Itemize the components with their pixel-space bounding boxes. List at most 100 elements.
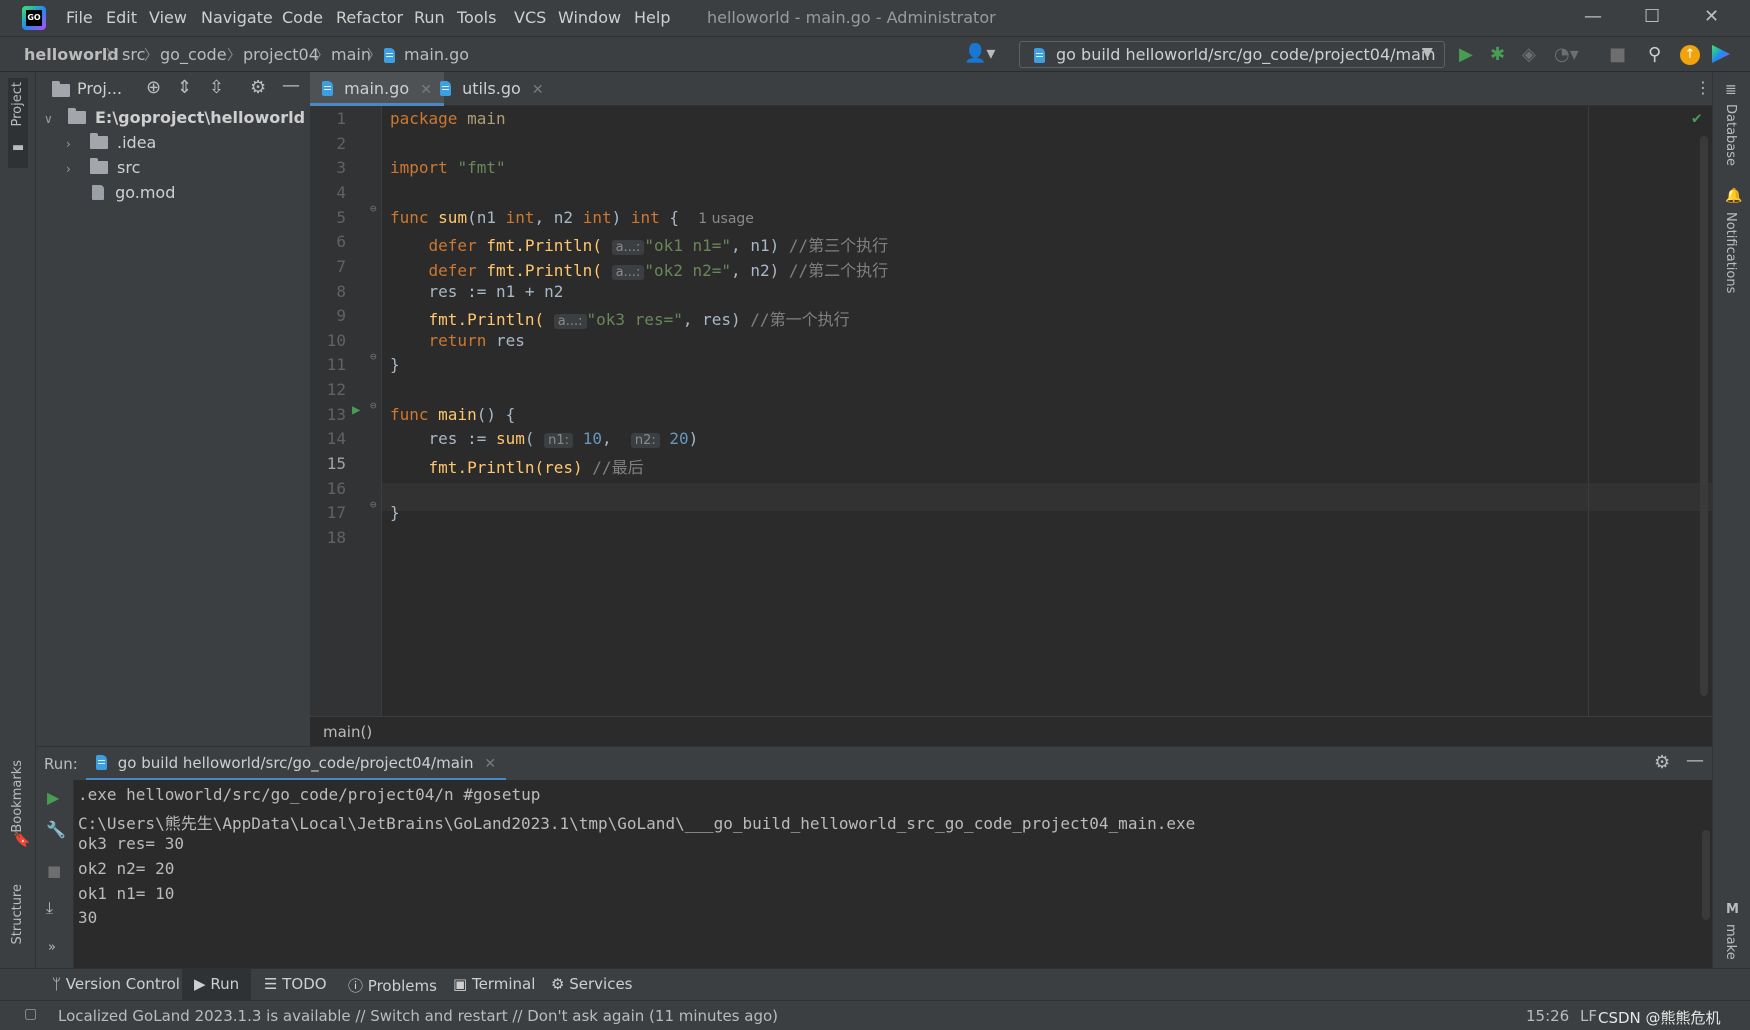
tab-main-go[interactable]: main.go ✕: [310, 72, 444, 106]
breadcrumb-src[interactable]: src: [122, 45, 145, 64]
menu-help[interactable]: Help: [634, 8, 670, 27]
breadcrumb-file[interactable]: main.go: [404, 45, 469, 64]
close-icon[interactable]: ✕: [484, 756, 496, 772]
notifications-tool-button[interactable]: Notifications: [1723, 212, 1738, 293]
expand-all-icon[interactable]: ⇕: [177, 77, 192, 98]
coverage-icon[interactable]: ◈: [1522, 44, 1536, 65]
bookmarks-tool-button[interactable]: Bookmarks: [10, 760, 25, 833]
user-account-icon[interactable]: 👤▾: [964, 43, 995, 64]
hide-panel-icon[interactable]: —: [1686, 750, 1704, 771]
debug-icon[interactable]: ✱: [1490, 44, 1505, 65]
parameter-hint: n2:: [630, 433, 660, 448]
fold-icon[interactable]: ⊖: [370, 202, 377, 215]
gear-icon[interactable]: ⚙: [250, 77, 266, 98]
tree-item-label: go.mod: [115, 183, 176, 202]
editor-scrollbar[interactable]: [1700, 136, 1708, 696]
menu-edit[interactable]: Edit: [106, 8, 137, 27]
run-icon[interactable]: ▶: [1459, 44, 1473, 65]
maximize-icon[interactable]: ☐: [1644, 6, 1660, 27]
menu-file[interactable]: File: [66, 8, 93, 27]
run-configuration-dropdown[interactable]: go build helloworld/src/go_code/project0…: [1019, 41, 1445, 68]
parameter-hint: a...:: [611, 265, 645, 280]
tab-utils-go[interactable]: utils.go ✕: [428, 72, 556, 106]
make-tool-button[interactable]: make: [1723, 924, 1738, 960]
update-notification[interactable]: Localized GoLand 2023.1.3 is available /…: [58, 1007, 778, 1025]
tool-windows-icon[interactable]: ▢: [24, 1006, 37, 1022]
usage-hint[interactable]: 1 usage: [698, 211, 754, 227]
run-tab[interactable]: go build helloworld/src/go_code/project0…: [86, 747, 507, 781]
project-panel: Proj... ⊕ ⇕ ⇳ ⚙ — ∨ E:\goproject\hellowo…: [36, 72, 310, 746]
search-icon[interactable]: ⚲: [1648, 44, 1661, 65]
menu-refactor[interactable]: Refactor: [336, 8, 403, 27]
hide-panel-icon[interactable]: —: [282, 75, 300, 96]
locate-file-icon[interactable]: ⊕: [146, 77, 161, 98]
collapse-all-icon[interactable]: ⇳: [209, 77, 224, 98]
code-line-13: func main() {: [390, 405, 516, 424]
run-toolbar: ▶ 🔧 ■ ⤓ »: [36, 780, 74, 968]
bookmark-icon[interactable]: 🔖: [13, 832, 30, 848]
breadcrumb-go-code[interactable]: go_code: [160, 45, 227, 64]
minimize-icon[interactable]: —: [1584, 6, 1602, 27]
menu-navigate[interactable]: Navigate: [201, 8, 273, 27]
gear-icon[interactable]: ⚙: [1654, 752, 1670, 773]
profile-icon[interactable]: ◔▾: [1554, 44, 1579, 65]
run-console[interactable]: .exe helloworld/src/go_code/project04/n …: [74, 780, 1712, 968]
console-scrollbar[interactable]: [1702, 830, 1710, 920]
menu-code[interactable]: Code: [282, 8, 323, 27]
scroll-to-end-icon[interactable]: ⤓: [46, 898, 53, 918]
run-gutter-icon[interactable]: ▶: [352, 402, 360, 418]
tab-terminal[interactable]: ▣ Terminal: [453, 975, 535, 993]
code-line-9: fmt.Println( a...: "ok3 res=", res) //第一个…: [428, 310, 850, 329]
parameter-hint: n1:: [544, 433, 574, 448]
stop-icon[interactable]: ■: [47, 862, 61, 880]
more-options-icon[interactable]: ⋮: [1695, 78, 1711, 97]
go-file-icon: [440, 79, 451, 98]
close-icon[interactable]: ✕: [532, 82, 544, 98]
console-line: ok1 n1= 10: [78, 884, 175, 903]
menu-tools[interactable]: Tools: [457, 8, 496, 27]
tab-problems[interactable]: ⓘ Problems: [348, 975, 437, 996]
tab-run[interactable]: ▶ Run: [182, 969, 252, 1001]
rerun-icon[interactable]: ▶: [47, 788, 59, 807]
tree-item-idea[interactable]: › .idea: [66, 133, 156, 152]
line-ending[interactable]: LF: [1580, 1007, 1597, 1025]
tab-version-control[interactable]: ᛘ Version Control: [52, 975, 180, 993]
structure-tool-button[interactable]: Structure: [10, 884, 25, 944]
tree-item-go-mod[interactable]: go.mod: [92, 183, 175, 202]
chevron-right-icon: ›: [66, 162, 71, 176]
more-actions-icon[interactable]: »: [48, 940, 56, 955]
breadcrumb-main[interactable]: main: [331, 45, 371, 64]
menu-vcs[interactable]: VCS: [514, 8, 546, 27]
wrench-icon[interactable]: 🔧: [46, 820, 66, 839]
project-view-selector[interactable]: Proj...: [77, 79, 122, 98]
list-icon: ☰: [264, 975, 278, 993]
tree-root[interactable]: ∨ E:\goproject\helloworld: [44, 108, 305, 127]
code-line-11: }: [390, 355, 400, 374]
play-icon: ▶: [194, 975, 206, 993]
fold-icon[interactable]: ⊖: [370, 350, 377, 363]
folder-icon: [52, 81, 70, 100]
update-icon[interactable]: ↑: [1680, 45, 1700, 65]
goland-logo-icon[interactable]: GO: [22, 6, 46, 30]
menu-run[interactable]: Run: [414, 8, 445, 27]
code-editor[interactable]: 1 2 3 4 5 6 7 8 9 10 11 12 13 14 15 16 1…: [310, 106, 1712, 716]
function-breadcrumb[interactable]: main(): [323, 723, 372, 741]
no-problems-check-icon[interactable]: ✔: [1692, 108, 1702, 127]
fold-icon[interactable]: ⊖: [370, 498, 377, 511]
breadcrumb-separator-icon: 〉: [367, 48, 381, 64]
tab-services[interactable]: ⚙ Services: [551, 975, 633, 993]
menu-view[interactable]: View: [149, 8, 187, 27]
line-number: 1: [336, 109, 346, 128]
database-tool-button[interactable]: Database: [1723, 104, 1738, 166]
caret-position[interactable]: 15:26: [1526, 1007, 1569, 1025]
breadcrumb-project[interactable]: helloworld: [24, 45, 119, 64]
tab-todo[interactable]: ☰ TODO: [264, 975, 327, 993]
tree-item-src[interactable]: › src: [66, 158, 140, 177]
project-tool-button[interactable]: Project ▬: [8, 78, 28, 168]
breadcrumb-project04[interactable]: project04: [243, 45, 319, 64]
menu-window[interactable]: Window: [558, 8, 621, 27]
fold-icon[interactable]: ⊖: [370, 399, 377, 412]
console-line: 30: [78, 908, 98, 927]
close-window-icon[interactable]: ✕: [1704, 6, 1719, 27]
stop-icon[interactable]: ■: [1609, 44, 1626, 65]
